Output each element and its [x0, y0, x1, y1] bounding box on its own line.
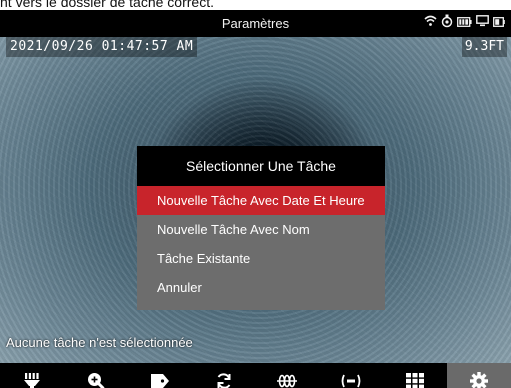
zoom-button[interactable] [64, 363, 128, 388]
light-icon [23, 372, 40, 388]
tag-button[interactable] [128, 363, 192, 388]
dialog-footer [137, 302, 385, 310]
tag-icon [150, 373, 169, 388]
device-battery-icon [493, 15, 505, 31]
rotate-button[interactable] [192, 363, 256, 388]
task-status-text: Aucune tâche n'est sélectionnée [6, 335, 193, 350]
screenshot: nt vers le dossier de tâche correct. Par… [0, 0, 511, 388]
manual-caption: nt vers le dossier de tâche correct. [0, 0, 214, 10]
settings-button[interactable] [447, 363, 511, 388]
top-bar: Paramètres [0, 10, 511, 37]
option-new-task-date-time[interactable]: Nouvelle Tâche Avec Date Et Heure [137, 186, 385, 215]
grid-button[interactable] [383, 363, 447, 388]
gear-icon [470, 371, 489, 388]
coil-button[interactable] [256, 363, 320, 388]
wifi-icon [424, 15, 437, 31]
camera-view: 2021/09/26 01:47:57 AM 9.3FT Aucune tâch… [0, 37, 511, 363]
light-button[interactable] [0, 363, 64, 388]
option-existing-task[interactable]: Tâche Existante [137, 244, 385, 273]
zoom-icon [87, 372, 105, 388]
monitor-icon [476, 15, 489, 31]
coil-icon [277, 374, 298, 387]
status-icons [424, 14, 505, 32]
rotate-icon [217, 372, 231, 388]
select-task-dialog: Sélectionner Une Tâche Nouvelle Tâche Av… [137, 146, 385, 310]
sonde-button[interactable] [319, 363, 383, 388]
option-cancel[interactable]: Annuler [137, 273, 385, 302]
timestamp: 2021/09/26 01:47:57 AM [6, 37, 198, 57]
option-new-task-name[interactable]: Nouvelle Tâche Avec Nom [137, 215, 385, 244]
device-screen: Paramètres 2021/09/26 01:47:57 AM 9.3FT … [0, 10, 511, 388]
battery-icon [457, 15, 472, 31]
sonde-icon [341, 374, 361, 387]
bottom-toolbar [0, 363, 511, 388]
grid-icon [406, 372, 425, 388]
distance-counter: 9.3FT [461, 37, 507, 57]
gps-icon [441, 14, 453, 32]
dialog-title: Sélectionner Une Tâche [137, 146, 385, 186]
